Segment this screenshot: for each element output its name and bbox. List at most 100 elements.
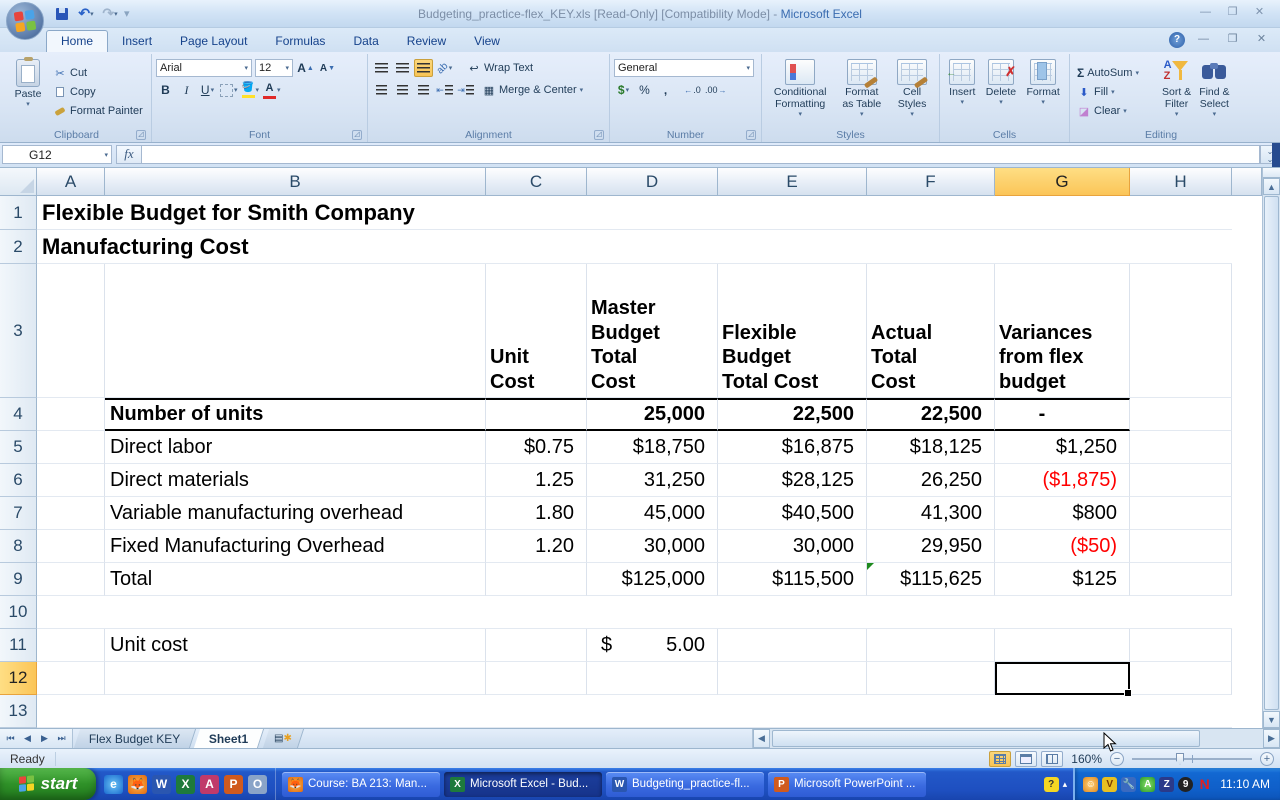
cell-a7[interactable] bbox=[37, 497, 105, 530]
alignment-dialog-launcher[interactable]: ◿ bbox=[594, 130, 604, 140]
cell-b2[interactable]: Manufacturing Cost bbox=[37, 230, 1232, 264]
format-painter-button[interactable]: Format Painter bbox=[50, 102, 146, 120]
format-cells-button[interactable]: Format ▾ bbox=[1023, 57, 1064, 127]
cell-d8[interactable]: 30,000 bbox=[587, 530, 718, 563]
page-break-view-button[interactable] bbox=[1041, 750, 1064, 767]
decrease-decimal-button[interactable]: .00 → bbox=[704, 81, 728, 99]
tab-formulas[interactable]: Formulas bbox=[261, 31, 339, 52]
cell-b9[interactable]: Total bbox=[105, 563, 486, 596]
row-header-9[interactable]: 9 bbox=[0, 563, 37, 596]
cell-c9[interactable] bbox=[486, 563, 587, 596]
cell-e8[interactable]: 30,000 bbox=[718, 530, 867, 563]
insert-cells-button[interactable]: ← Insert ▾ bbox=[945, 57, 979, 127]
cell-c11[interactable] bbox=[486, 629, 587, 662]
cell-h3[interactable] bbox=[1130, 264, 1232, 398]
tab-page-layout[interactable]: Page Layout bbox=[166, 31, 261, 52]
row-header-11[interactable]: 11 bbox=[0, 629, 37, 662]
wrap-text-button[interactable]: ↩ Wrap Text bbox=[464, 59, 536, 77]
cell-e11[interactable] bbox=[718, 629, 867, 662]
delete-cells-button[interactable]: ✗ Delete ▾ bbox=[982, 57, 1020, 127]
increase-decimal-button[interactable]: ← .0 bbox=[683, 81, 702, 99]
workbook-minimize-button[interactable]: — bbox=[1193, 33, 1214, 48]
cell-b3[interactable] bbox=[105, 264, 486, 398]
help-notification-icon[interactable]: ? bbox=[1043, 776, 1059, 792]
bottom-align-button[interactable] bbox=[414, 59, 433, 77]
cell-e4[interactable]: 22,500 bbox=[718, 398, 867, 431]
name-box[interactable]: G12 ▾ bbox=[2, 145, 112, 164]
cell-e12[interactable] bbox=[718, 662, 867, 695]
clear-button[interactable]: ◪ Clear ▾ bbox=[1074, 102, 1158, 120]
cell-f12[interactable] bbox=[867, 662, 995, 695]
task-excel[interactable]: X Microsoft Excel - Bud... bbox=[444, 771, 602, 797]
row-13-cells[interactable] bbox=[37, 695, 1232, 728]
access-icon[interactable]: A bbox=[200, 774, 219, 794]
cell-a4[interactable] bbox=[37, 398, 105, 431]
align-right-button[interactable] bbox=[414, 81, 433, 99]
tray-z-icon[interactable]: Z bbox=[1159, 776, 1175, 792]
cell-f4[interactable]: 22,500 bbox=[867, 398, 995, 431]
cut-button[interactable]: ✂ Cut bbox=[50, 64, 146, 82]
cell-f9[interactable]: $115,625 bbox=[867, 563, 995, 596]
cell-f5[interactable]: $18,125 bbox=[867, 431, 995, 464]
horizontal-scroll-thumb[interactable] bbox=[772, 730, 1200, 747]
cell-b8[interactable]: Fixed Manufacturing Overhead bbox=[105, 530, 486, 563]
cell-c7[interactable]: 1.80 bbox=[486, 497, 587, 530]
cell-g4[interactable]: - bbox=[995, 398, 1130, 431]
row-header-3[interactable]: 3 bbox=[0, 264, 37, 398]
cell-h12[interactable] bbox=[1130, 662, 1232, 695]
tray-app-icon[interactable]: 9 bbox=[1178, 776, 1194, 792]
cell-f8[interactable]: 29,950 bbox=[867, 530, 995, 563]
cell-f3[interactable]: Actual Total Cost bbox=[867, 264, 995, 398]
zoom-level[interactable]: 160% bbox=[1067, 752, 1106, 766]
cell-g11[interactable] bbox=[995, 629, 1130, 662]
column-header-d[interactable]: D bbox=[587, 168, 718, 196]
horizontal-scroll-track[interactable] bbox=[1202, 729, 1263, 748]
redo-button[interactable]: ↷ ▾ bbox=[100, 5, 120, 23]
minimize-button[interactable]: — bbox=[1195, 6, 1216, 21]
task-word-budgeting[interactable]: W Budgeting_practice-fl... bbox=[606, 771, 764, 797]
row-header-2[interactable]: 2 bbox=[0, 230, 37, 264]
sort-filter-button[interactable]: AZ Sort & Filter ▾ bbox=[1158, 57, 1195, 127]
cell-e6[interactable]: $28,125 bbox=[718, 464, 867, 497]
workbook-restore-button[interactable]: ❐ bbox=[1222, 33, 1243, 48]
fill-color-button[interactable]: 🪣 ▾ bbox=[241, 81, 261, 99]
row-header-13[interactable]: 13 bbox=[0, 695, 37, 728]
column-header-a[interactable]: A bbox=[37, 168, 105, 196]
tab-home[interactable]: Home bbox=[46, 30, 109, 52]
qat-customize-button[interactable]: ▾ bbox=[124, 7, 130, 20]
tray-novell-icon[interactable]: N bbox=[1197, 776, 1212, 792]
bold-button[interactable]: B bbox=[156, 81, 175, 99]
close-button[interactable]: ✕ bbox=[1249, 6, 1270, 21]
powerpoint-icon[interactable]: P bbox=[224, 774, 243, 794]
column-header-b[interactable]: B bbox=[105, 168, 486, 196]
column-header-c[interactable]: C bbox=[486, 168, 587, 196]
outlook-icon[interactable]: O bbox=[248, 774, 267, 794]
row-header-12[interactable]: 12 bbox=[0, 662, 37, 695]
hide-icons-chevron[interactable]: ▴ bbox=[1063, 779, 1068, 790]
scroll-left-arrow[interactable]: ◀ bbox=[753, 729, 770, 748]
format-as-table-button[interactable]: Format as Table ▾ bbox=[838, 57, 885, 127]
cell-d3[interactable]: Master Budget Total Cost bbox=[587, 264, 718, 398]
column-header-g[interactable]: G bbox=[995, 168, 1130, 196]
shrink-font-button[interactable]: A ▼ bbox=[318, 59, 337, 77]
task-firefox-course[interactable]: 🦊 Course: BA 213: Man... bbox=[282, 771, 440, 797]
normal-view-button[interactable] bbox=[989, 750, 1012, 767]
font-dialog-launcher[interactable]: ◿ bbox=[352, 130, 362, 140]
row-header-8[interactable]: 8 bbox=[0, 530, 37, 563]
cell-a6[interactable] bbox=[37, 464, 105, 497]
cell-c8[interactable]: 1.20 bbox=[486, 530, 587, 563]
percent-style-button[interactable]: % bbox=[635, 81, 654, 99]
decrease-indent-button[interactable]: ⇤ bbox=[435, 81, 454, 99]
next-sheet-button[interactable]: ▶ bbox=[37, 733, 52, 744]
sheet-tab-flex-budget-key[interactable]: Flex Budget KEY bbox=[73, 729, 197, 748]
italic-button[interactable]: I bbox=[177, 81, 196, 99]
cell-f11[interactable] bbox=[867, 629, 995, 662]
cell-b1[interactable]: Flexible Budget for Smith Company bbox=[37, 196, 1232, 230]
formula-input[interactable] bbox=[142, 145, 1260, 164]
zoom-in-button[interactable]: + bbox=[1260, 751, 1274, 766]
select-all-corner[interactable] bbox=[0, 168, 37, 196]
cell-e5[interactable]: $16,875 bbox=[718, 431, 867, 464]
cell-e7[interactable]: $40,500 bbox=[718, 497, 867, 530]
cell-a9[interactable] bbox=[37, 563, 105, 596]
font-name-combobox[interactable]: Arial ▾ bbox=[156, 59, 252, 77]
